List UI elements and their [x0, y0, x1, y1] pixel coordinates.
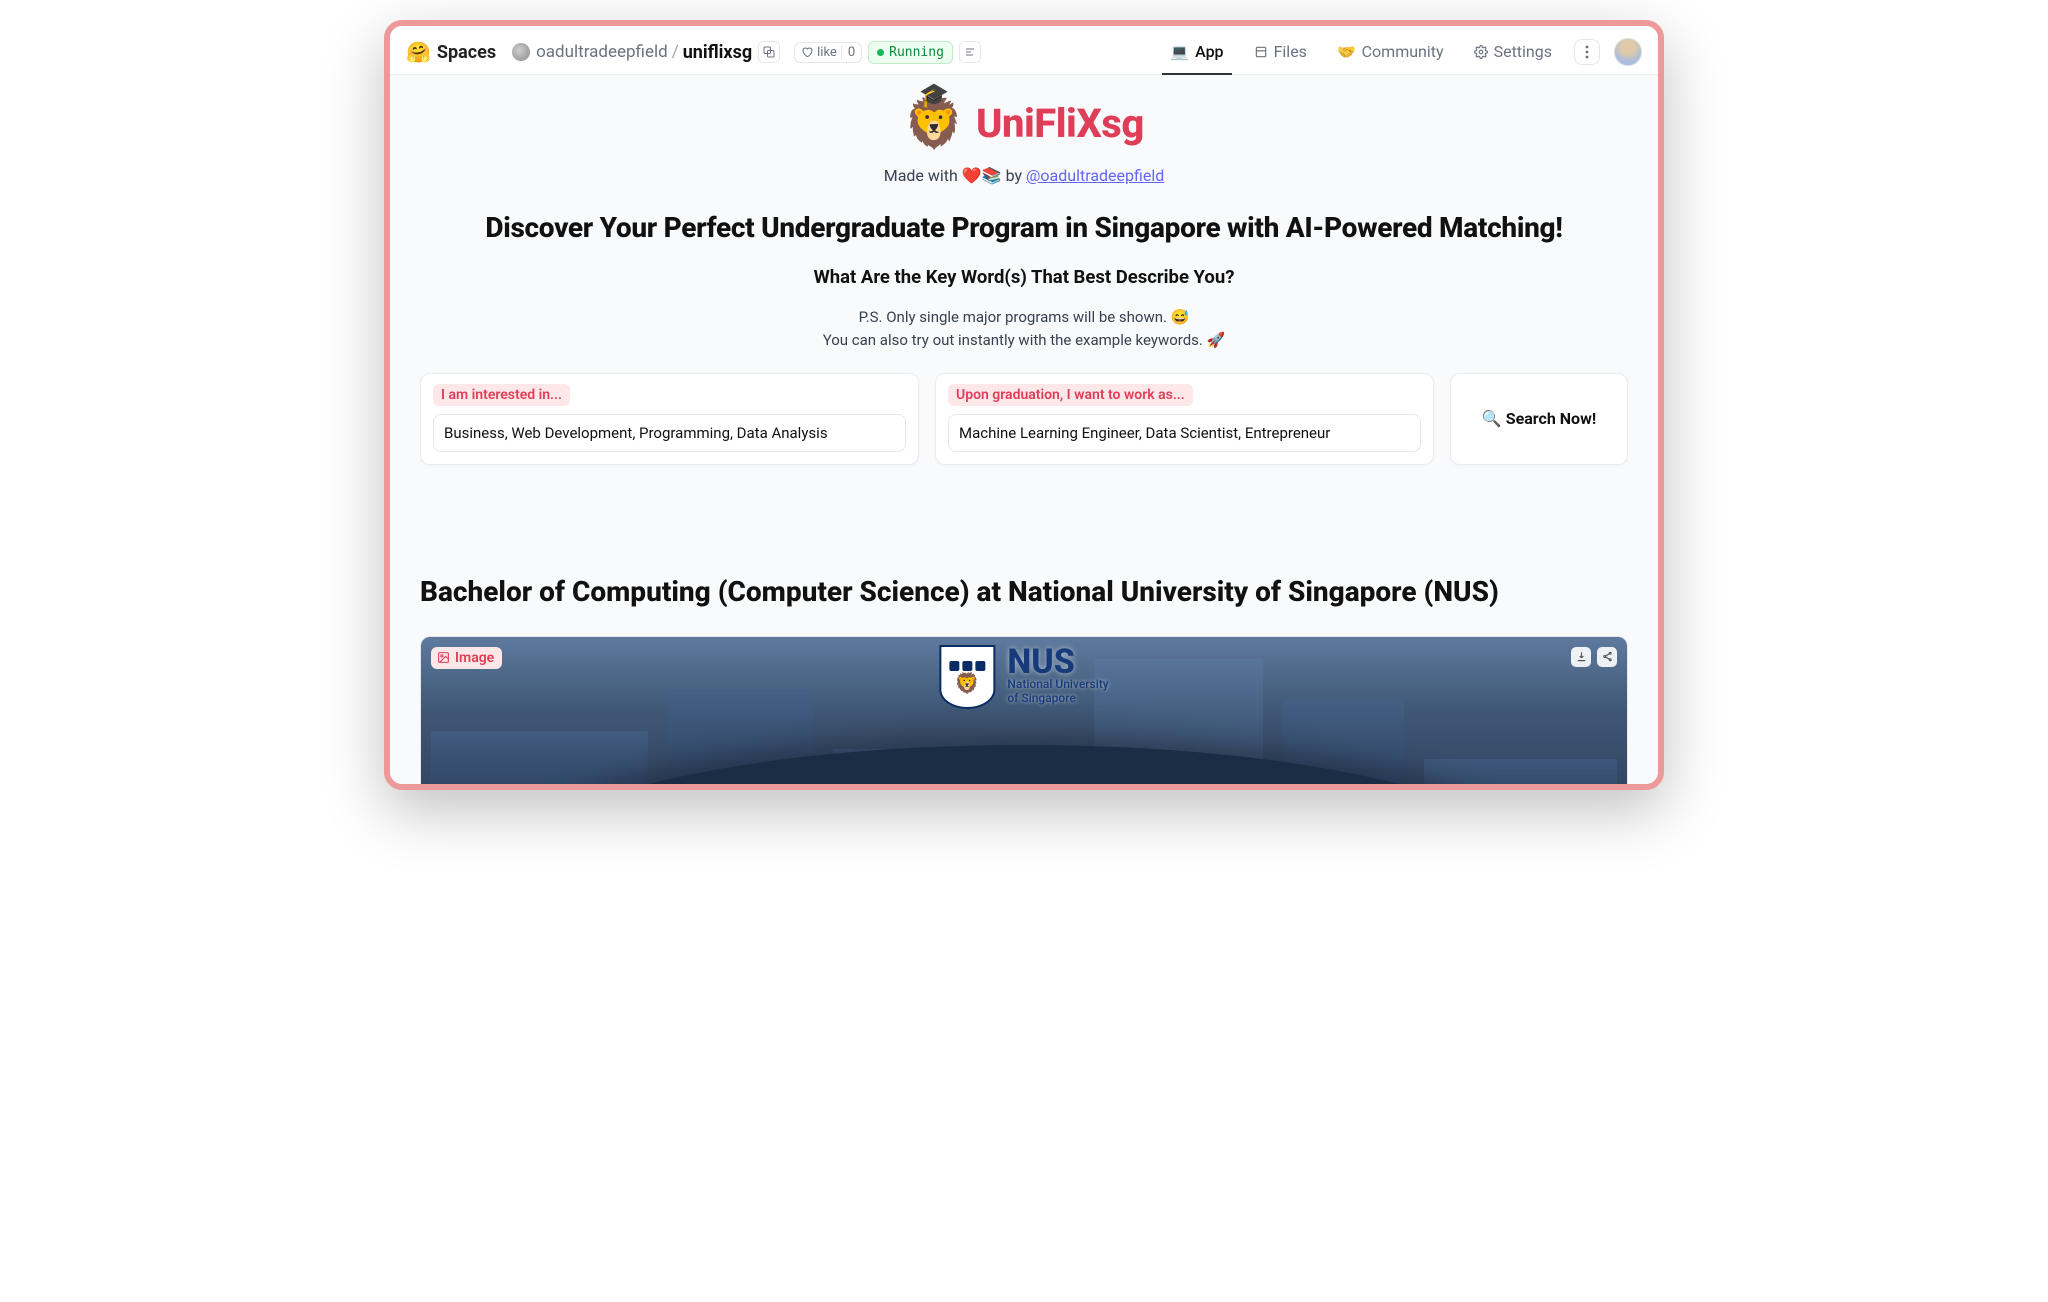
- topbar: 🤗 Spaces oadultradeepfield / uniflixsg l…: [390, 26, 1658, 75]
- heart-icon: [801, 46, 813, 58]
- hint-line-2: You can also try out instantly with the …: [414, 329, 1634, 352]
- interest-card: I am interested in...: [420, 373, 919, 465]
- status-dot-icon: [877, 49, 884, 56]
- hugging-face-icon: 🤗: [406, 40, 431, 64]
- image-icon: [437, 651, 450, 664]
- spaces-label[interactable]: Spaces: [437, 42, 496, 63]
- kebab-icon: [1585, 45, 1589, 59]
- nus-logo-small-2: of Singapore: [1007, 692, 1108, 706]
- share-icon[interactable]: [1597, 647, 1617, 667]
- result-title: Bachelor of Computing (Computer Science)…: [414, 575, 1634, 608]
- user-avatar[interactable]: [1614, 38, 1642, 66]
- author-link[interactable]: @oadultradeepfield: [1026, 166, 1164, 185]
- breadcrumb-separator: /: [672, 42, 679, 62]
- byline: Made with ❤️📚 by @oadultradeepfield: [414, 166, 1634, 185]
- lion-graduate-icon: 🎓🦁: [904, 95, 964, 152]
- hero: 🎓🦁 UniFliXsg Made with ❤️📚 by @oadultrad…: [414, 95, 1634, 353]
- question: What Are the Key Word(s) That Best Descr…: [414, 266, 1634, 288]
- tab-community[interactable]: 🤝 Community: [1329, 36, 1452, 75]
- scroll-area[interactable]: 🤗 Spaces oadultradeepfield / uniflixsg l…: [390, 26, 1658, 784]
- result-image-card: 🦁 NUS National University of Singapore I…: [420, 636, 1628, 785]
- content: 🎓🦁 UniFliXsg Made with ❤️📚 by @oadultrad…: [390, 75, 1658, 784]
- topbar-left: 🤗 Spaces oadultradeepfield / uniflixsg l…: [406, 40, 981, 64]
- tab-app[interactable]: 💻 App: [1162, 36, 1231, 75]
- like-button[interactable]: like 0: [794, 42, 862, 63]
- app-icon: 💻: [1170, 43, 1189, 61]
- image-actions: [1571, 647, 1617, 667]
- like-label: like: [817, 45, 837, 60]
- tagline: Discover Your Perfect Undergraduate Prog…: [414, 211, 1634, 244]
- app-title: UniFliXsg: [976, 100, 1144, 147]
- copy-icon[interactable]: [758, 41, 780, 63]
- career-label: Upon graduation, I want to work as...: [948, 384, 1193, 406]
- files-icon: [1254, 45, 1268, 59]
- community-icon: 🤝: [1337, 43, 1356, 61]
- app-title-row: 🎓🦁 UniFliXsg: [414, 95, 1634, 152]
- status-text: Running: [889, 45, 944, 60]
- search-button[interactable]: 🔍 Search Now!: [1450, 373, 1628, 465]
- hint: P.S. Only single major programs will be …: [414, 306, 1634, 353]
- breadcrumb-owner[interactable]: oadultradeepfield: [536, 42, 668, 62]
- hint-line-1: P.S. Only single major programs will be …: [414, 306, 1634, 329]
- image-tag: Image: [431, 647, 502, 669]
- breadcrumb-repo[interactable]: uniflixsg: [683, 42, 752, 63]
- like-count: 0: [841, 45, 855, 60]
- download-icon[interactable]: [1571, 647, 1591, 667]
- status-pill[interactable]: Running: [868, 41, 953, 64]
- nus-logo: 🦁 NUS National University of Singapore: [933, 645, 1114, 709]
- career-input[interactable]: [948, 414, 1421, 452]
- tab-settings[interactable]: Settings: [1466, 36, 1560, 75]
- gear-icon: [1474, 45, 1488, 59]
- tab-files[interactable]: Files: [1246, 36, 1315, 75]
- more-menu-button[interactable]: [1574, 39, 1600, 65]
- interest-input[interactable]: [433, 414, 906, 452]
- owner-avatar-icon[interactable]: [512, 43, 530, 61]
- career-card: Upon graduation, I want to work as...: [935, 373, 1434, 465]
- nus-logo-big: NUS: [1007, 647, 1108, 678]
- nus-crest-icon: 🦁: [939, 645, 995, 709]
- interest-label: I am interested in...: [433, 384, 570, 406]
- input-row: I am interested in... Upon graduation, I…: [414, 373, 1634, 465]
- logs-icon[interactable]: [959, 41, 981, 63]
- topbar-right: 💻 App Files 🤝 Community Settings: [1162, 36, 1642, 68]
- app-frame: 🤗 Spaces oadultradeepfield / uniflixsg l…: [384, 20, 1664, 790]
- search-label: 🔍 Search Now!: [1482, 409, 1596, 428]
